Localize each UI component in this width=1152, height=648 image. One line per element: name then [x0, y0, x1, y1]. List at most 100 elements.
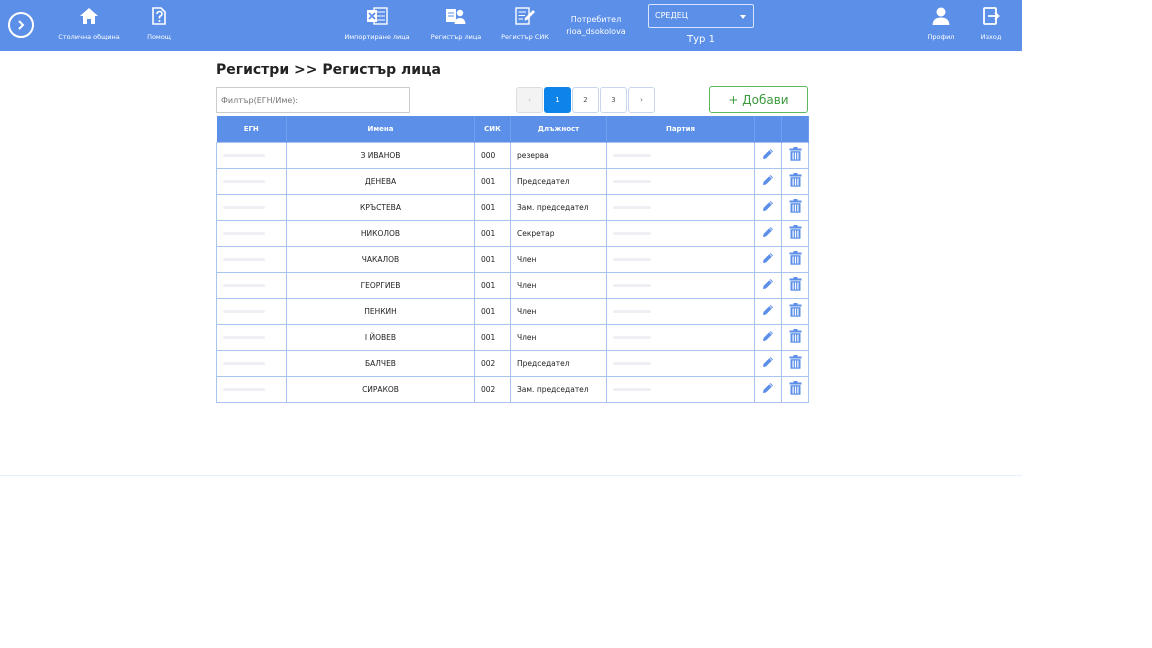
cell-position: Член: [510, 271, 607, 299]
cell-sik: 001: [474, 245, 511, 273]
people-register-icon: [445, 4, 467, 28]
username: rioa_dsokolova: [566, 27, 626, 36]
edit-button[interactable]: [754, 167, 782, 195]
cell-egn: [216, 219, 287, 247]
header-sik[interactable]: СИК: [474, 116, 511, 142]
user-info: Потребител rioa_dsokolova: [562, 14, 630, 38]
cell-egn: [216, 245, 287, 273]
table-row[interactable]: КРЪСТЕВА 001 Зам. председател: [216, 193, 809, 221]
delete-button[interactable]: [781, 323, 809, 351]
edit-button[interactable]: [754, 349, 782, 377]
cell-name: БАЛЧЕВ: [286, 349, 475, 377]
pencil-icon: [763, 383, 773, 393]
persons-table: ЕГН Имена СИК Длъжност Партия З ИВАНОВ 0…: [216, 116, 809, 403]
table-row[interactable]: НИКОЛОВ 001 Секретар: [216, 219, 809, 247]
edit-button[interactable]: [754, 297, 782, 325]
delete-button[interactable]: [781, 245, 809, 273]
table-row[interactable]: ЧАКАЛОВ 001 Член: [216, 245, 809, 273]
region-select-value: СРЕДЕЦ: [655, 11, 688, 20]
pager-next-button[interactable]: ›: [628, 87, 655, 113]
cell-party: [606, 193, 755, 221]
pager-prev-button[interactable]: ‹: [516, 87, 543, 113]
cell-party: [606, 349, 755, 377]
nav-profile[interactable]: Профил: [924, 4, 958, 46]
delete-button[interactable]: [781, 349, 809, 377]
pencil-icon: [763, 175, 773, 185]
filter-input[interactable]: [216, 87, 410, 113]
cell-egn: [216, 167, 287, 195]
delete-button[interactable]: [781, 297, 809, 325]
table-row[interactable]: І ЙОВЕВ 001 Член: [216, 323, 809, 351]
cell-party: [606, 375, 755, 403]
edit-button[interactable]: [754, 271, 782, 299]
delete-button[interactable]: [781, 375, 809, 403]
edit-button[interactable]: [754, 375, 782, 403]
cell-name: НИКОЛОВ: [286, 219, 475, 247]
header-position[interactable]: Длъжност: [510, 116, 607, 142]
table-row[interactable]: ГЕОРГИЕВ 001 Член: [216, 271, 809, 299]
cell-egn: [216, 193, 287, 221]
table-row[interactable]: БАЛЧЕВ 002 Председател: [216, 349, 809, 377]
table-header-row: ЕГН Имена СИК Длъжност Партия: [216, 116, 809, 142]
caret-down-icon: [740, 15, 746, 19]
edit-button[interactable]: [754, 245, 782, 273]
pencil-icon: [763, 253, 773, 263]
header-names[interactable]: Имена: [286, 116, 475, 142]
pencil-icon: [763, 149, 773, 159]
region-select[interactable]: СРЕДЕЦ: [648, 4, 754, 28]
table-row[interactable]: СИРАКОВ 002 Зам. председател: [216, 375, 809, 403]
nav-import-persons[interactable]: Импортиране лица: [344, 4, 410, 46]
cell-egn: [216, 297, 287, 325]
cell-name: ЧАКАЛОВ: [286, 245, 475, 273]
pagination: ‹ 1 2 3 ›: [516, 87, 655, 113]
cell-position: Зам. председател: [510, 375, 607, 403]
table-row[interactable]: З ИВАНОВ 000 резерва: [216, 141, 809, 169]
header-egn[interactable]: ЕГН: [216, 116, 287, 142]
trash-icon: [789, 277, 801, 291]
cell-position: Член: [510, 323, 607, 351]
cell-sik: 002: [474, 375, 511, 403]
header-party[interactable]: Партия: [606, 116, 755, 142]
help-icon: [149, 4, 169, 28]
nav-sik-register[interactable]: Регистър СИК: [500, 4, 550, 46]
pencil-icon: [763, 201, 773, 211]
nav-home[interactable]: Столична община: [58, 4, 120, 46]
cell-sik: 001: [474, 167, 511, 195]
edit-button[interactable]: [754, 219, 782, 247]
cell-egn: [216, 141, 287, 169]
cell-name: КРЪСТЕВА: [286, 193, 475, 221]
pager-page-2[interactable]: 2: [572, 87, 599, 113]
nav-logout[interactable]: Изход: [976, 4, 1006, 46]
delete-button[interactable]: [781, 193, 809, 221]
cell-party: [606, 297, 755, 325]
delete-button[interactable]: [781, 219, 809, 247]
table-row[interactable]: ДЕНЕВА 001 Председател: [216, 167, 809, 195]
nav-persons-register-label: Регистър лица: [430, 33, 482, 41]
cell-position: Председател: [510, 349, 607, 377]
cell-egn: [216, 349, 287, 377]
trash-icon: [789, 303, 801, 317]
round-label: Тур 1: [687, 34, 715, 45]
delete-button[interactable]: [781, 167, 809, 195]
cell-party: [606, 245, 755, 273]
pager-page-1[interactable]: 1: [544, 87, 571, 113]
edit-button[interactable]: [754, 193, 782, 221]
add-person-button[interactable]: + Добави: [709, 86, 808, 113]
edit-button[interactable]: [754, 323, 782, 351]
edit-button[interactable]: [754, 141, 782, 169]
pager-page-3[interactable]: 3: [600, 87, 627, 113]
table-row[interactable]: ПЕНКИН 001 Член: [216, 297, 809, 325]
app-window: Столична община Помощ Импортиране лица Р…: [0, 0, 1022, 476]
delete-button[interactable]: [781, 271, 809, 299]
delete-button[interactable]: [781, 141, 809, 169]
nav-persons-register[interactable]: Регистър лица: [430, 4, 482, 46]
menu-toggle-button[interactable]: [8, 12, 34, 38]
trash-icon: [789, 381, 801, 395]
cell-sik: 000: [474, 141, 511, 169]
cell-name: З ИВАНОВ: [286, 141, 475, 169]
trash-icon: [789, 251, 801, 265]
header-delete: [781, 116, 809, 142]
edit-register-icon: [514, 4, 536, 28]
nav-help[interactable]: Помощ: [144, 4, 174, 46]
cell-position: Член: [510, 245, 607, 273]
